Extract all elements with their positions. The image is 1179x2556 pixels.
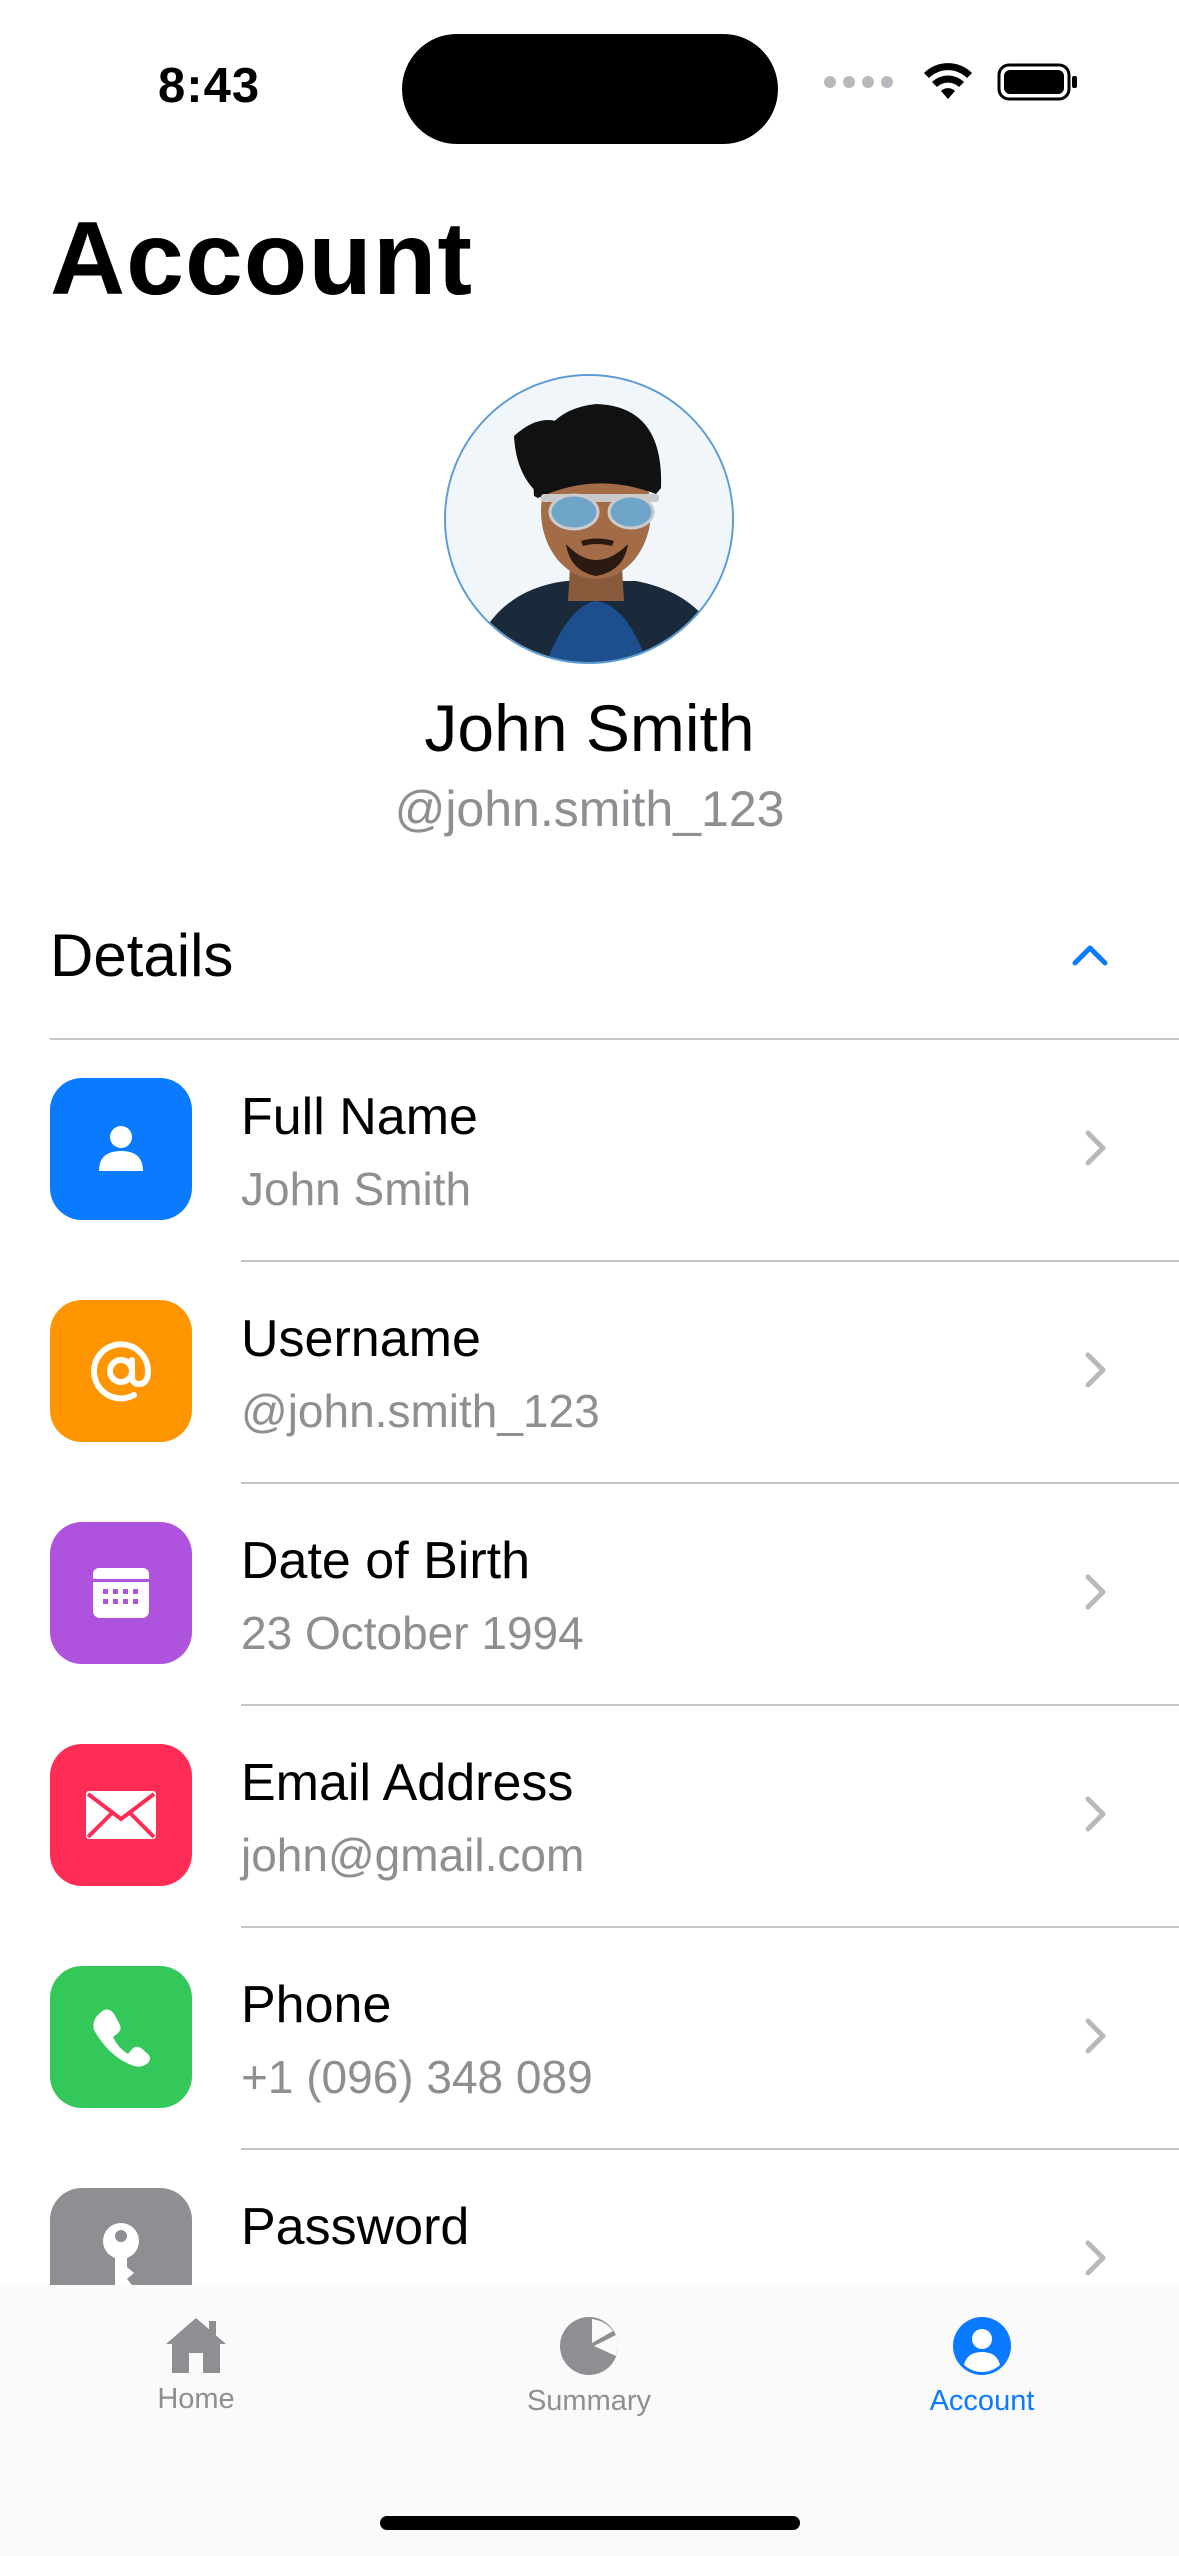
details-section-title: Details — [50, 921, 234, 989]
details-row-password[interactable]: Password • • • • • • • • • • — [0, 2150, 1179, 2285]
details-row-username[interactable]: Username @john.smith_123 — [0, 1262, 1179, 1484]
row-value: john@gmail.com — [241, 1829, 585, 1881]
row-title: Email Address — [241, 1754, 574, 1812]
profile-handle: @john.smith_123 — [394, 781, 785, 837]
phone-icon — [93, 2009, 150, 2067]
details-section-header[interactable]: Details — [50, 910, 1130, 1000]
status-bar: 8:43 — [0, 0, 1179, 150]
username-icon-box — [50, 1300, 192, 1442]
tab-summary[interactable]: Summary — [469, 2315, 709, 2445]
details-row-date-of-birth[interactable]: Date of Birth 23 October 1994 — [0, 1484, 1179, 1706]
tab-label: Home — [157, 2383, 235, 2415]
calendar-icon — [93, 1568, 149, 1618]
chevron-right-icon — [1085, 1352, 1106, 1388]
full-name-icon-box — [50, 1078, 192, 1220]
account-screen: 8:43 Account John Smith @john.smith_123 … — [0, 0, 1179, 2556]
chevron-right-icon — [1085, 2240, 1106, 2276]
avatar[interactable] — [444, 374, 734, 664]
row-value: John Smith — [241, 1163, 472, 1215]
at-sign-icon — [91, 1341, 152, 1402]
password-icon-box — [50, 2188, 192, 2285]
person-circle-icon — [953, 2317, 1011, 2375]
chevron-right-icon — [1085, 1796, 1106, 1832]
status-time: 8:43 — [158, 59, 261, 113]
date-of-birth-icon-box — [50, 1522, 192, 1664]
chevron-up-icon — [1072, 945, 1108, 966]
chevron-right-icon — [1085, 1574, 1106, 1610]
profile-photo — [446, 376, 732, 662]
envelope-icon — [86, 1791, 156, 1839]
chevron-right-icon — [1085, 1130, 1106, 1166]
tab-label: Summary — [526, 2385, 652, 2417]
row-value: @john.smith_123 — [241, 1385, 600, 1437]
house-icon — [166, 2318, 226, 2373]
row-value: 23 October 1994 — [241, 1607, 584, 1659]
status-icons — [824, 62, 1079, 102]
tab-account[interactable]: Account — [862, 2315, 1102, 2445]
tab-label: Account — [929, 2385, 1035, 2417]
pie-chart-icon — [560, 2317, 618, 2375]
details-list: Full Name John Smith Username @john.smit… — [0, 1040, 1179, 2285]
row-value: • • • • • • • • • • — [241, 2272, 517, 2285]
chevron-right-icon — [1085, 2018, 1106, 2054]
email-icon-box — [50, 1744, 192, 1886]
row-title: Phone — [241, 1976, 392, 2034]
home-indicator — [380, 2516, 800, 2530]
details-row-email-address[interactable]: Email Address john@gmail.com — [0, 1706, 1179, 1928]
profile-name: John Smith — [424, 691, 755, 765]
dynamic-island — [402, 34, 778, 144]
person-icon — [99, 1126, 143, 1171]
details-row-phone[interactable]: Phone +1 (096) 348 089 — [0, 1928, 1179, 2150]
row-value: +1 (096) 348 089 — [241, 2051, 593, 2103]
battery-icon — [997, 63, 1077, 101]
key-icon — [103, 2223, 139, 2285]
cellular-signal-icon — [824, 76, 893, 88]
row-title: Date of Birth — [241, 1532, 531, 1590]
row-title: Username — [241, 1310, 481, 1368]
page-title: Account — [50, 201, 473, 317]
tab-home[interactable]: Home — [76, 2315, 316, 2445]
wifi-icon — [924, 63, 972, 99]
collapse-button[interactable] — [1050, 915, 1130, 995]
row-title: Full Name — [241, 1088, 478, 1146]
details-row-full-name[interactable]: Full Name John Smith — [0, 1040, 1179, 1262]
phone-icon-box — [50, 1966, 192, 2108]
row-title: Password — [241, 2198, 470, 2256]
